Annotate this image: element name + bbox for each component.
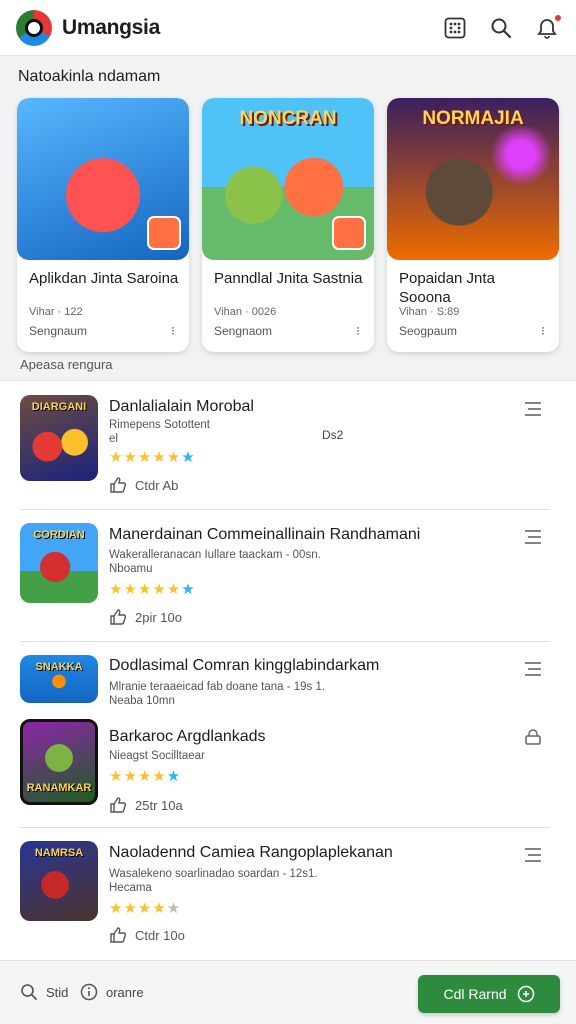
- app-list: DIARGANI Danlalialain Morobal Rimepens S…: [0, 380, 576, 960]
- app-screen: Umangsia Natoakinla ndamam Aplikdan Jint…: [0, 0, 576, 1024]
- more-options-icon[interactable]: ⁝: [541, 324, 545, 338]
- rating-stars: ★★★★★★: [109, 581, 196, 598]
- app-stat-text: Ctdr Ab: [135, 477, 179, 493]
- rating-stars: ★★★★★: [109, 900, 182, 917]
- thumbs-up-icon: [110, 609, 127, 625]
- rating-stars: ★★★★★: [109, 768, 182, 785]
- nav-search[interactable]: Stid: [20, 983, 68, 1001]
- list-menu-icon[interactable]: [524, 661, 542, 677]
- app-meta: el: [109, 433, 118, 445]
- featured-card-name: Panndlal Jnita Sastnia: [214, 270, 363, 287]
- thumbnail-label: DIARGANI: [31, 401, 87, 413]
- nav-search-label: Stid: [46, 984, 69, 1000]
- divider: [20, 509, 550, 510]
- nav-info-label: oranre: [106, 984, 144, 1000]
- app-description: Wasalekeno soarlinadao soardan - 12s1.: [109, 868, 318, 880]
- app-thumbnail: NAMRSA: [20, 841, 98, 921]
- rating-stars: ★★★★★★: [109, 449, 196, 466]
- app-name: Manerdainan Commeinallinain Randhamani: [109, 526, 421, 543]
- app-thumbnail: SNAKKA: [20, 655, 98, 703]
- featured-card-meta: Vihan · S:89: [399, 306, 460, 318]
- search-icon: [21, 984, 37, 1000]
- thumbnail-label: SNAKKA: [35, 661, 83, 673]
- notification-badge: [553, 12, 563, 23]
- app-thumbnail: DIARGANI: [20, 395, 98, 481]
- bottom-bar: Stid oranre Cdl Rarnd: [0, 960, 576, 1024]
- featured-card-artwork: [17, 98, 189, 260]
- app-stats: Ctdr Ab: [109, 477, 178, 493]
- thumbs-up-icon: [110, 797, 127, 813]
- list-menu-icon[interactable]: [524, 401, 542, 417]
- app-thumbnail: CORDIAN: [20, 523, 98, 603]
- featured-card-developer: Seogpaum: [399, 324, 458, 338]
- featured-card-art-label: NONCRAN: [239, 108, 337, 129]
- featured-card[interactable]: NONCRAN Panndlal Jnita Sastnia Vihan · 0…: [202, 98, 374, 352]
- featured-card[interactable]: NORMAJIA Popaidan Jnta Sooona Vihan · S:…: [387, 98, 559, 352]
- thumbs-up-icon: [110, 477, 127, 493]
- featured-card[interactable]: Aplikdan Jinta Saroina Vihar · 122 Sengn…: [17, 98, 189, 352]
- app-description: Wakeralleranacan Iullare taackam - 00sn.: [109, 549, 321, 561]
- app-description: Rimepens Sotottent: [109, 419, 211, 431]
- list-section-title: Apeasa rengura: [20, 357, 113, 372]
- notification-icon[interactable]: [534, 12, 563, 41]
- game-badge-icon: [332, 216, 366, 250]
- app-name: Danlalialain Morobal: [109, 398, 254, 415]
- primary-action-label: Cdl Rarnd: [443, 986, 507, 1002]
- featured-card-meta: Vihan · 0026: [214, 306, 277, 318]
- app-logo[interactable]: [16, 9, 52, 46]
- featured-card-name: Aplikdan Jinta Saroina: [29, 270, 179, 287]
- app-stat-text: Ctdr 10o: [135, 927, 185, 943]
- list-menu-icon[interactable]: [524, 847, 542, 863]
- featured-card-developer: Sengnaom: [214, 324, 273, 338]
- nav-info[interactable]: oranre: [80, 983, 144, 1001]
- app-meta: Hecama: [109, 882, 152, 894]
- thumbnail-label: RANAMKAR: [26, 782, 92, 794]
- featured-card-name: Popaidan Jnta Sooona: [399, 270, 495, 306]
- gamepad-icon: [517, 985, 534, 1003]
- app-stats: Ctdr 10o: [109, 927, 185, 943]
- app-description: Mlranie teraaeicad fab doane tana - 19s …: [109, 681, 326, 693]
- primary-action-button[interactable]: Cdl Rarnd: [418, 975, 560, 1013]
- top-app-bar: Umangsia: [0, 0, 576, 56]
- featured-card-developer: Sengnaum: [29, 324, 88, 338]
- list-menu-icon[interactable]: [524, 529, 542, 545]
- app-meta: Nboamu: [109, 563, 153, 575]
- info-circle-icon: [80, 983, 98, 1001]
- more-options-icon[interactable]: ⁝: [356, 324, 360, 338]
- featured-card-artwork: NONCRAN: [202, 98, 374, 260]
- grid-icon[interactable]: [442, 15, 468, 41]
- featured-section-title: Natoakinla ndamam: [18, 68, 161, 85]
- search-icon[interactable]: [488, 15, 514, 41]
- app-stats: 2pir 10o: [109, 609, 182, 625]
- app-size-label: Ds2: [322, 428, 344, 442]
- app-name: Dodlasimal Comran kingglabindarkam: [109, 657, 380, 674]
- thumbs-up-icon: [110, 927, 127, 943]
- featured-carousel: Aplikdan Jinta Saroina Vihar · 122 Sengn…: [17, 98, 559, 352]
- divider: [20, 641, 550, 642]
- app-title: Umangsia: [62, 15, 160, 39]
- divider: [20, 827, 550, 828]
- app-description: Nieagst Socilltaear: [109, 750, 205, 762]
- featured-card-art-label: NORMAJIA: [422, 108, 524, 129]
- app-name: Naoladennd Camiea Rangoplaplekanan: [109, 844, 393, 861]
- app-stat-text: 2pir 10o: [135, 609, 182, 625]
- thumbnail-label: NAMRSA: [34, 847, 84, 859]
- app-stat-text: 25tr 10a: [135, 797, 183, 813]
- more-options-icon[interactable]: ⁝: [171, 324, 175, 338]
- featured-card-meta: Vihar · 122: [29, 306, 83, 318]
- thumbnail-label: CORDIAN: [33, 529, 85, 541]
- featured-card-artwork: NORMAJIA: [387, 98, 559, 260]
- app-name: Barkaroc Argdlankads: [109, 728, 266, 745]
- app-thumbnail: RANAMKAR: [20, 719, 98, 805]
- app-stats: 25tr 10a: [109, 797, 183, 813]
- game-badge-icon: [147, 216, 181, 250]
- lock-icon[interactable]: [524, 729, 542, 745]
- app-meta: Neaba 10mn: [109, 695, 175, 707]
